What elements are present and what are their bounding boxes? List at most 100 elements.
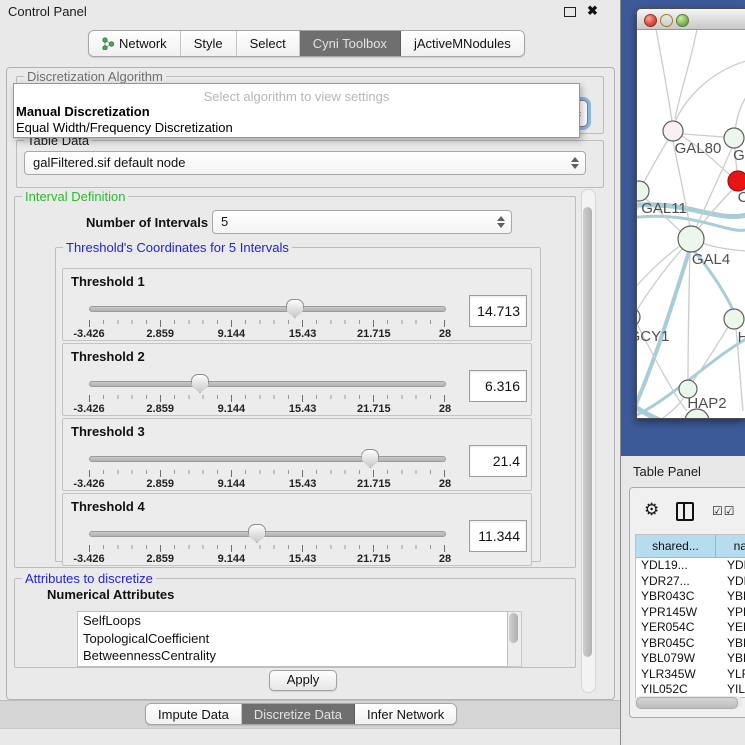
tick-label: 2.859 — [146, 328, 174, 340]
tab-impute-data[interactable]: Impute Data — [146, 704, 242, 724]
list-item[interactable]: BetweennessCentrality — [78, 647, 521, 665]
threshold-2-slider[interactable]: -3.4262.8599.14415.4321.71528 — [89, 374, 444, 414]
table-cell[interactable]: YBR045C — [636, 636, 720, 652]
network-node-h[interactable] — [724, 309, 744, 329]
threshold-value-field[interactable]: 14.713 — [469, 295, 527, 327]
tab-infer-network[interactable]: Infer Network — [355, 704, 456, 724]
table-row[interactable]: YER054CYER0 — [636, 620, 745, 636]
network-edge[interactable] — [637, 202, 639, 251]
network-edge[interactable] — [688, 252, 690, 380]
scrollbar-thumb[interactable] — [636, 697, 738, 709]
tab-label: jActiveMNodules — [414, 36, 511, 51]
threshold-value-field[interactable]: 11.344 — [469, 520, 527, 552]
scrollbar-thumb[interactable] — [509, 613, 518, 643]
table-cell[interactable]: YDL19... — [636, 558, 720, 574]
network-graph: GAL80GACGAL11GAL4GCY1HHAP2 — [637, 30, 745, 418]
network-node-ga[interactable] — [724, 128, 744, 148]
close-icon[interactable]: ✖ — [587, 3, 598, 19]
table-cell[interactable]: YBL0 — [720, 651, 745, 667]
tick-label: 15.43 — [289, 328, 317, 340]
close-traffic-light-icon[interactable] — [644, 14, 657, 27]
table-row[interactable]: YLR345WYLR3 — [636, 667, 745, 683]
number-of-intervals-combobox[interactable]: 5 — [212, 210, 512, 234]
threshold-1-slider[interactable]: -3.4262.8599.14415.4321.71528 — [89, 299, 444, 339]
list-item[interactable]: TopologicalCoefficient — [78, 630, 521, 648]
slider-handle[interactable] — [191, 374, 209, 393]
table-cell[interactable]: YPR1 — [720, 605, 745, 621]
network-edge[interactable] — [675, 30, 697, 119]
float-window-icon[interactable] — [564, 7, 576, 17]
slider-tick-labels: -3.4262.8599.14415.4321.71528 — [89, 553, 445, 565]
network-window-titlebar[interactable] — [637, 9, 745, 30]
table-row[interactable]: YBR043CYBR0 — [636, 589, 745, 605]
slider-handle[interactable] — [286, 299, 304, 318]
network-edge[interactable] — [644, 140, 668, 182]
minimize-traffic-light-icon[interactable] — [660, 14, 673, 27]
table-data-combobox[interactable]: galFiltered.sif default node — [24, 151, 586, 175]
network-node-c[interactable] — [728, 171, 745, 191]
table-row[interactable]: YDL19...YDL1 — [636, 558, 745, 574]
threshold-panel-4: Threshold 4 -3.4262.8599.14415.4321.7152… — [62, 493, 532, 566]
network-edge[interactable] — [702, 242, 745, 251]
table-row[interactable]: YBR045CYBR0 — [636, 636, 745, 652]
tab-jactivemnodules[interactable]: jActiveMNodules — [401, 31, 524, 56]
network-edge[interactable] — [656, 30, 672, 121]
table-cell[interactable]: YDR2 — [720, 574, 745, 590]
apply-button[interactable]: Apply — [269, 670, 337, 691]
tab-network[interactable]: Network — [89, 31, 181, 56]
table-row[interactable]: YDR27...YDR2 — [636, 574, 745, 590]
threshold-3-slider[interactable]: -3.4262.8599.14415.4321.71528 — [89, 449, 444, 489]
table-cell[interactable]: YBL079W — [636, 651, 720, 667]
table-row[interactable]: YPR145WYPR1 — [636, 605, 745, 621]
table-cell[interactable]: YBR0 — [720, 636, 745, 652]
slider-track[interactable] — [89, 306, 446, 312]
table-cell[interactable]: YBR043C — [636, 589, 720, 605]
tick-label: 28 — [439, 403, 451, 415]
table-cell[interactable]: YPR145W — [636, 605, 720, 621]
tab-style[interactable]: Style — [181, 31, 237, 56]
zoom-traffic-light-icon[interactable] — [676, 14, 689, 27]
network-edge[interactable] — [637, 246, 680, 301]
table-cell[interactable]: YLR345W — [636, 667, 720, 683]
tab-select[interactable]: Select — [237, 31, 300, 56]
network-node-gcy1[interactable] — [637, 308, 640, 326]
threshold-4-slider[interactable]: -3.4262.8599.14415.4321.71528 — [89, 524, 444, 564]
column-header-name[interactable]: na — [716, 535, 745, 557]
control-panel-tabbar: Network Style Select Cyni Toolbox jActiv… — [88, 30, 525, 57]
popup-option-manual-discretization[interactable]: Manual Discretization — [14, 104, 579, 120]
table-row[interactable]: YBL079WYBL0 — [636, 651, 745, 667]
slider-track[interactable] — [89, 531, 446, 537]
split-columns-icon[interactable] — [676, 502, 694, 521]
table-cell[interactable]: YDR27... — [636, 574, 720, 590]
network-node-gal80[interactable] — [663, 121, 683, 141]
column-header-shared-name[interactable]: shared... — [636, 535, 716, 557]
panel-title: Control Panel — [8, 4, 87, 19]
gear-icon[interactable]: ⚙ — [644, 500, 659, 520]
network-edge[interactable] — [675, 61, 745, 122]
table-cell[interactable]: YER0 — [720, 620, 745, 636]
select-columns-checkboxes-icon[interactable]: ☑☑ — [712, 504, 736, 518]
table-cell[interactable]: YER054C — [636, 620, 720, 636]
scrollbar-thumb[interactable] — [583, 207, 592, 657]
table-horizontal-scrollbar[interactable] — [634, 696, 742, 708]
tab-cyni-toolbox[interactable]: Cyni Toolbox — [300, 31, 401, 56]
network-node-gal11[interactable] — [637, 181, 649, 201]
network-canvas[interactable]: GAL80GACGAL11GAL4GCY1HHAP2 — [637, 30, 745, 418]
slider-track[interactable] — [89, 456, 446, 462]
network-edge[interactable] — [683, 134, 724, 137]
table-cell[interactable]: YLR3 — [720, 667, 745, 683]
numerical-attributes-list[interactable]: SelfLoops TopologicalCoefficient Between… — [77, 611, 522, 667]
threshold-value-field[interactable]: 6.316 — [469, 370, 527, 402]
table-cell[interactable]: YBR0 — [720, 589, 745, 605]
slider-handle[interactable] — [361, 449, 379, 468]
list-item[interactable]: SelfLoops — [78, 612, 521, 630]
slider-handle[interactable] — [248, 524, 266, 543]
popup-option-equal-width-frequency[interactable]: Equal Width/Frequency Discretization — [14, 120, 579, 136]
content-scrollbar[interactable] — [581, 189, 596, 693]
tab-discretize-data[interactable]: Discretize Data — [242, 704, 355, 724]
table-cell[interactable]: YDL1 — [720, 558, 745, 574]
attributes-scrollbar[interactable] — [507, 611, 522, 667]
slider-track[interactable] — [89, 381, 446, 387]
network-node-gal4[interactable] — [678, 226, 704, 252]
threshold-value-field[interactable]: 21.4 — [469, 445, 527, 477]
